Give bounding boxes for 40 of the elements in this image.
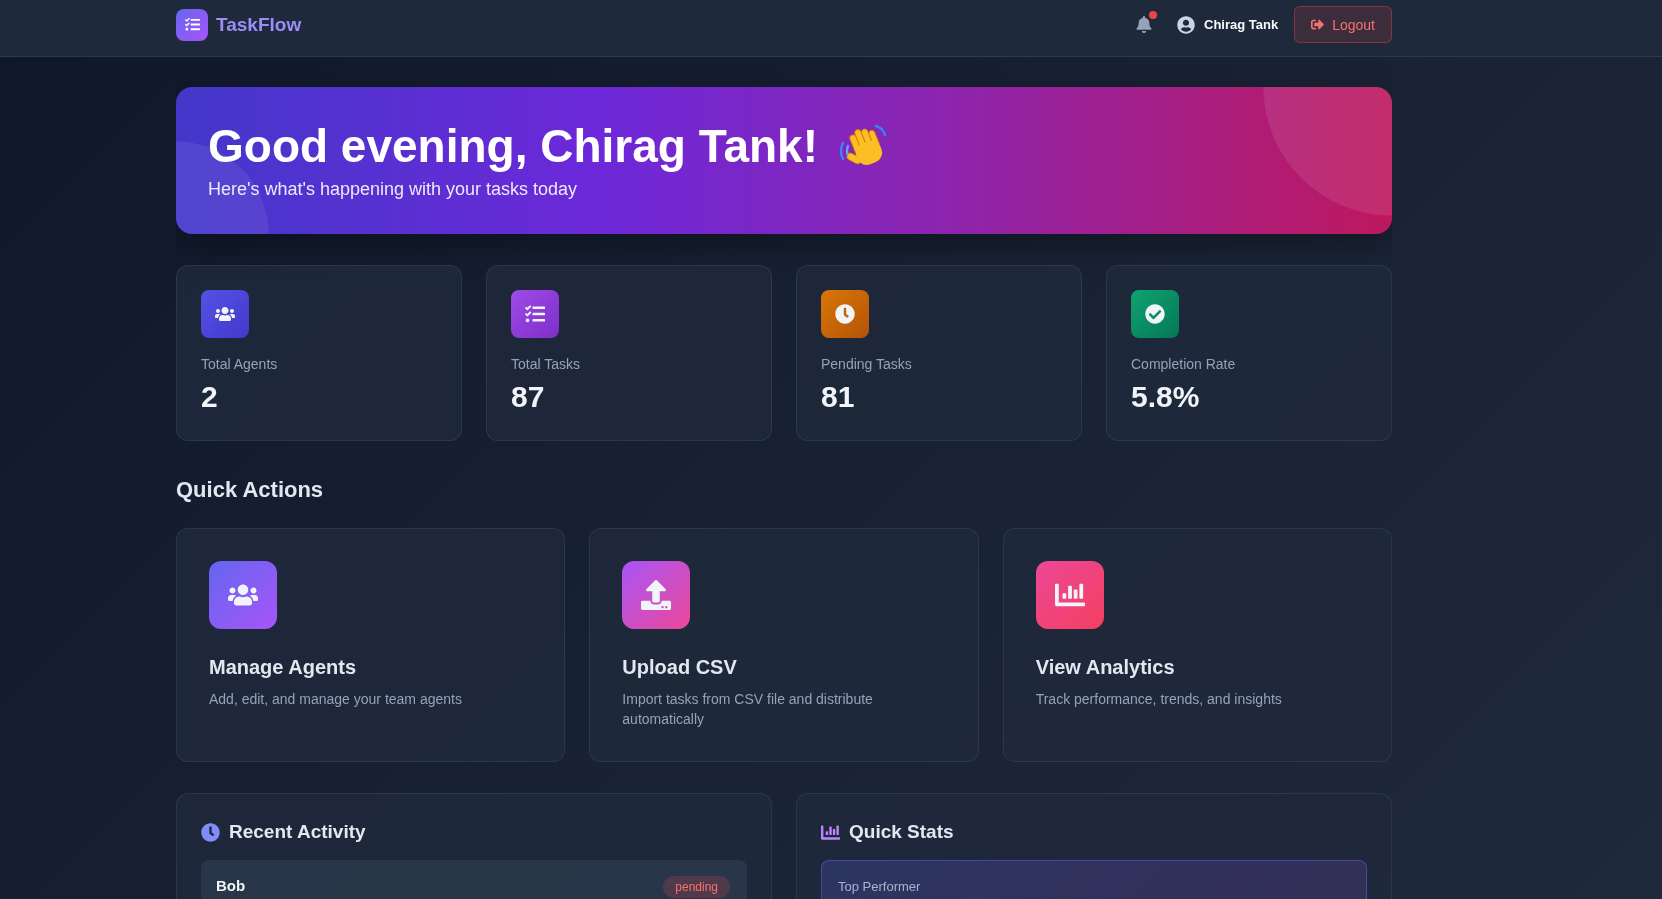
greeting-subtitle: Here's what's happening with your tasks today xyxy=(208,178,579,200)
action-card[interactable]: Upload CSV Import tasks from CSV file and distribute automatically xyxy=(589,528,979,762)
action-card[interactable]: Manage Agents Add, edit, and manage your team agents xyxy=(176,528,566,762)
status-badge: pending xyxy=(663,876,730,898)
checklist-logo-icon xyxy=(176,8,208,41)
sign-out-icon xyxy=(1311,18,1325,31)
stat-value: 87 xyxy=(511,379,546,415)
bell-icon[interactable] xyxy=(1136,16,1152,33)
stat-value: 2 xyxy=(201,379,219,415)
stat-label: Pending Tasks xyxy=(821,355,913,374)
clock-icon xyxy=(821,290,869,338)
action-card[interactable]: View Analytics Track performance, trends, and insights xyxy=(1002,528,1392,762)
logout-button[interactable]: Logout xyxy=(1294,6,1392,43)
action-title: Manage Agents xyxy=(209,655,358,680)
action-description: Track performance, trends, and insights xyxy=(1035,690,1283,709)
stat-value: 5.8% xyxy=(1131,379,1201,415)
section-title: Quick Actions xyxy=(176,476,325,504)
greeting-title: Good evening, Chirag Tank! xyxy=(208,119,818,174)
bar-chart-icon xyxy=(821,822,840,842)
user-avatar-icon xyxy=(1177,15,1195,34)
stat-value: 81 xyxy=(821,379,856,415)
upload-icon xyxy=(622,561,691,629)
checklist-icon xyxy=(511,290,559,338)
users-icon xyxy=(201,290,249,338)
stat-label: Top Performer xyxy=(838,879,921,894)
panel-title: Recent Activity xyxy=(229,820,366,844)
action-description: Import tasks from CSV file and distribute automatically xyxy=(622,690,874,729)
user-name: Chirag Tank xyxy=(1204,15,1279,34)
action-title: View Analytics xyxy=(1035,655,1176,680)
stat-label: Total Agents xyxy=(201,355,279,374)
brand-name: TaskFlow xyxy=(216,12,302,37)
stat-label: Total Tasks xyxy=(511,355,581,374)
agent-name: Bob xyxy=(216,876,246,896)
panel-title: Quick Stats xyxy=(849,820,954,844)
clock-icon xyxy=(201,822,220,842)
stat-label: Completion Rate xyxy=(1131,355,1237,374)
action-description: Add, edit, and manage your team agents xyxy=(209,690,463,709)
users-icon xyxy=(209,561,277,629)
bar-chart-icon xyxy=(1035,561,1104,629)
action-title: Upload CSV xyxy=(622,655,738,680)
